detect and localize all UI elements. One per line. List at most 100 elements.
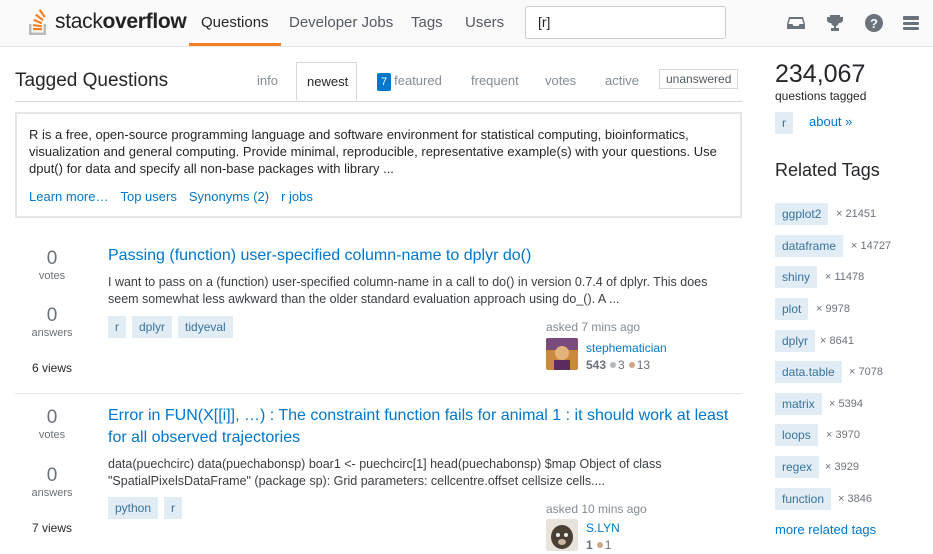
view-count: 6 views xyxy=(31,361,72,375)
related-tag[interactable]: loops xyxy=(775,424,818,446)
tag-dplyr[interactable]: dplyr xyxy=(132,316,173,338)
asked-time: asked 7 mins ago xyxy=(546,320,641,334)
related-tag[interactable]: dataframe xyxy=(775,235,844,257)
tagged-count: 234,067 xyxy=(775,60,866,88)
tag-wiki-links: Learn more… Top users Synonyms (2) r job… xyxy=(29,189,313,204)
stack-logo-icon xyxy=(29,9,46,35)
vote-count-number: 0 xyxy=(46,248,58,269)
featured-count-badge: 7 xyxy=(377,73,392,91)
search-input[interactable]: [r] xyxy=(525,6,726,39)
view-count: 7 views xyxy=(31,521,72,535)
related-tag-count: × 9978 xyxy=(816,303,850,315)
user-reputation: 11 xyxy=(586,538,611,552)
trophy-icon[interactable] xyxy=(825,13,845,33)
vote-count-label: votes xyxy=(38,429,66,441)
reputation-score: 1 xyxy=(586,538,593,552)
reputation-score: 543 xyxy=(586,358,607,372)
user-reputation: 543 3 13 xyxy=(586,358,650,372)
tab-featured-label: featured xyxy=(394,73,442,88)
page-title: Tagged Questions xyxy=(15,70,169,91)
user-avatar[interactable] xyxy=(546,519,578,551)
bronze-count: 1 xyxy=(604,538,612,552)
vote-count-number: 0 xyxy=(46,407,58,428)
user-name-link[interactable]: S.LYN xyxy=(586,521,620,535)
related-tag[interactable]: function xyxy=(775,488,832,510)
bronze-badge-icon xyxy=(628,362,635,368)
menu-icon[interactable] xyxy=(901,13,921,33)
bronze-count: 13 xyxy=(636,358,651,372)
related-tag[interactable]: plot xyxy=(775,298,809,320)
vote-count: 0 votes xyxy=(15,407,89,441)
about-tag-link[interactable]: about » xyxy=(809,114,852,129)
top-bar: stackoverflow Questions Developer Jobs T… xyxy=(0,0,933,47)
tab-active[interactable]: active xyxy=(605,62,639,101)
question-excerpt: data(puechcirc) data(puechabonsp) boar1 … xyxy=(108,457,662,488)
nav-developer-jobs[interactable]: Developer Jobs xyxy=(289,0,393,46)
answer-count-number: 0 xyxy=(46,465,58,486)
vote-count-label: votes xyxy=(38,270,66,282)
related-tag-count: × 3970 xyxy=(826,429,860,441)
tab-votes[interactable]: votes xyxy=(545,62,576,101)
question-divider xyxy=(15,393,742,394)
related-tag[interactable]: ggplot2 xyxy=(775,203,829,225)
bronze-badge-icon xyxy=(596,542,603,548)
synonyms-link[interactable]: Synonyms (2) xyxy=(189,189,269,204)
tag-wiki-excerpt: R is a free, open-source programming lan… xyxy=(29,127,717,176)
related-tag-count: × 5394 xyxy=(829,398,863,410)
nav-tags[interactable]: Tags xyxy=(411,0,443,46)
logo-bold: overflow xyxy=(102,10,187,33)
answer-count: 0 answers xyxy=(15,465,89,499)
tag-r[interactable]: r xyxy=(164,497,183,519)
inbox-icon[interactable] xyxy=(786,13,806,33)
tab-newest[interactable]: newest xyxy=(296,62,357,101)
related-tags-heading: Related Tags xyxy=(775,160,880,180)
question-tags: r dplyr tidyeval xyxy=(108,316,233,338)
silver-badge-icon xyxy=(610,362,617,368)
question-title-link[interactable]: Passing (function) user-specified column… xyxy=(108,245,738,267)
related-tag-count: × 7078 xyxy=(849,366,883,378)
tagged-count-label: questions tagged xyxy=(775,89,867,103)
tag-python[interactable]: python xyxy=(108,497,159,519)
answer-count: 0 answers xyxy=(15,305,89,339)
tab-featured[interactable]: 7 featured xyxy=(377,62,442,101)
related-tag-count: × 3929 xyxy=(825,461,859,473)
asked-time: asked 10 mins ago xyxy=(546,502,647,516)
r-jobs-link[interactable]: r jobs xyxy=(281,189,313,204)
related-tag-count: × 21451 xyxy=(836,208,877,220)
related-tag[interactable]: data.table xyxy=(775,361,842,383)
tab-unanswered[interactable]: unanswered xyxy=(659,69,739,89)
tab-info[interactable]: info xyxy=(257,62,278,101)
more-related-tags-link[interactable]: more related tags xyxy=(775,522,876,537)
vote-count: 0 votes xyxy=(15,248,89,282)
logo-prefix: stack xyxy=(55,10,103,33)
related-tag-count: × 14727 xyxy=(851,240,892,252)
tabs-divider xyxy=(15,101,742,102)
related-tag[interactable]: dplyr xyxy=(775,330,816,352)
tag-r[interactable]: r xyxy=(108,316,126,338)
silver-count: 3 xyxy=(618,358,625,372)
answer-count-number: 0 xyxy=(46,305,58,326)
tab-frequent[interactable]: frequent xyxy=(471,62,519,101)
question-title-link[interactable]: Error in FUN(X[[i]], …) : The constraint… xyxy=(108,405,738,449)
related-tag[interactable]: regex xyxy=(775,456,820,478)
top-users-link[interactable]: Top users xyxy=(120,189,176,204)
tag-tidyeval[interactable]: tidyeval xyxy=(178,316,233,338)
related-tag[interactable]: shiny xyxy=(775,266,818,288)
nav-questions[interactable]: Questions xyxy=(189,0,281,46)
user-avatar[interactable] xyxy=(546,338,578,370)
site-logo[interactable]: stackoverflow xyxy=(27,7,187,37)
svg-text:?: ? xyxy=(870,16,878,31)
current-tag[interactable]: r xyxy=(775,112,793,134)
related-tag-count: × 11478 xyxy=(825,271,865,283)
answer-count-label: answers xyxy=(31,327,73,339)
related-tag[interactable]: matrix xyxy=(775,393,822,415)
question-tags: python r xyxy=(108,497,183,519)
user-name-link[interactable]: stephematician xyxy=(586,341,667,355)
learn-more-link[interactable]: Learn more… xyxy=(29,189,108,204)
nav-users[interactable]: Users xyxy=(465,0,504,46)
tag-wiki-box: R is a free, open-source programming lan… xyxy=(15,112,742,218)
related-tag-count: × 8641 xyxy=(820,335,854,347)
help-icon[interactable]: ? xyxy=(864,13,884,33)
question-excerpt: I want to pass on a (function) user-spec… xyxy=(108,275,708,306)
related-tag-count: × 3846 xyxy=(838,493,872,505)
